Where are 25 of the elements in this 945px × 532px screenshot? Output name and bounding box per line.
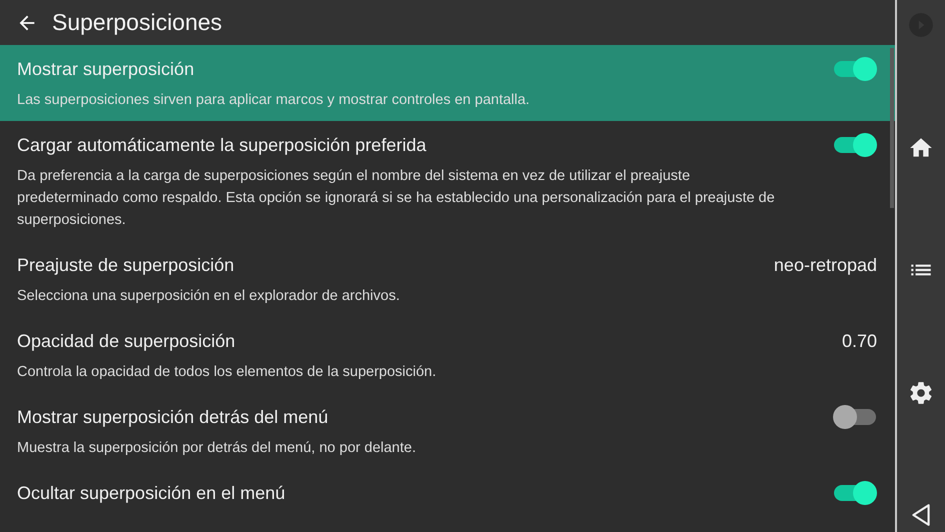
scrollbar[interactable] [890,48,894,208]
toggle-switch[interactable] [833,405,877,429]
toggle-switch[interactable] [833,133,877,157]
setting-title: Preajuste de superposición [17,254,236,277]
page-title: Superposiciones [52,9,222,36]
setting-title: Cargar automáticamente la superposición preferida [17,134,428,157]
setting-description: Da preferencia a la carga de superposiciones según el nombre del sistema en vez de utilizar el preajuste predeterminado como respaldo. Esta opción se ignorará si se ha establecido una personalización para el preajuste de superposiciones. [17,167,776,230]
setting-title: Ocultar superposición en el menú [17,482,286,505]
setting-value: 0.70 [842,330,877,353]
setting-description: Controla la opacidad de todos los elementos de la superposición. [17,363,438,382]
setting-description: Muestra la superposición por detrás del menú, no por delante. [17,439,417,458]
setting-title: Mostrar superposición detrás del menú [17,406,330,429]
setting-value: neo-retropad [774,254,877,277]
settings-icon[interactable] [908,380,934,406]
setting-row[interactable]: Mostrar superposición detrás del menú Muestra la superposición por detrás del menú, no por delante. [0,393,895,469]
toggle-switch[interactable] [833,57,877,81]
setting-row[interactable]: Mostrar superposición Las superposiciones sirven para aplicar marcos y mostrar controles en pantalla. [0,45,895,121]
setting-description: Las superposiciones sirven para aplicar marcos y mostrar controles en pantalla. [17,91,531,110]
setting-row[interactable]: Opacidad de superposición Controla la opacidad de todos los elementos de la superposición. 0.70 [0,317,895,393]
setting-description: Selecciona una superposición en el explorador de archivos. [17,287,401,306]
setting-title: Opacidad de superposición [17,330,236,353]
setting-title: Mostrar superposición [17,58,196,81]
setting-row[interactable]: Preajuste de superposición Selecciona una superposición en el explorador de archivos. neo-retropad [0,241,895,317]
toggle-switch[interactable] [833,481,877,505]
setting-row[interactable]: Ocultar superposición en el menú [0,469,895,515]
